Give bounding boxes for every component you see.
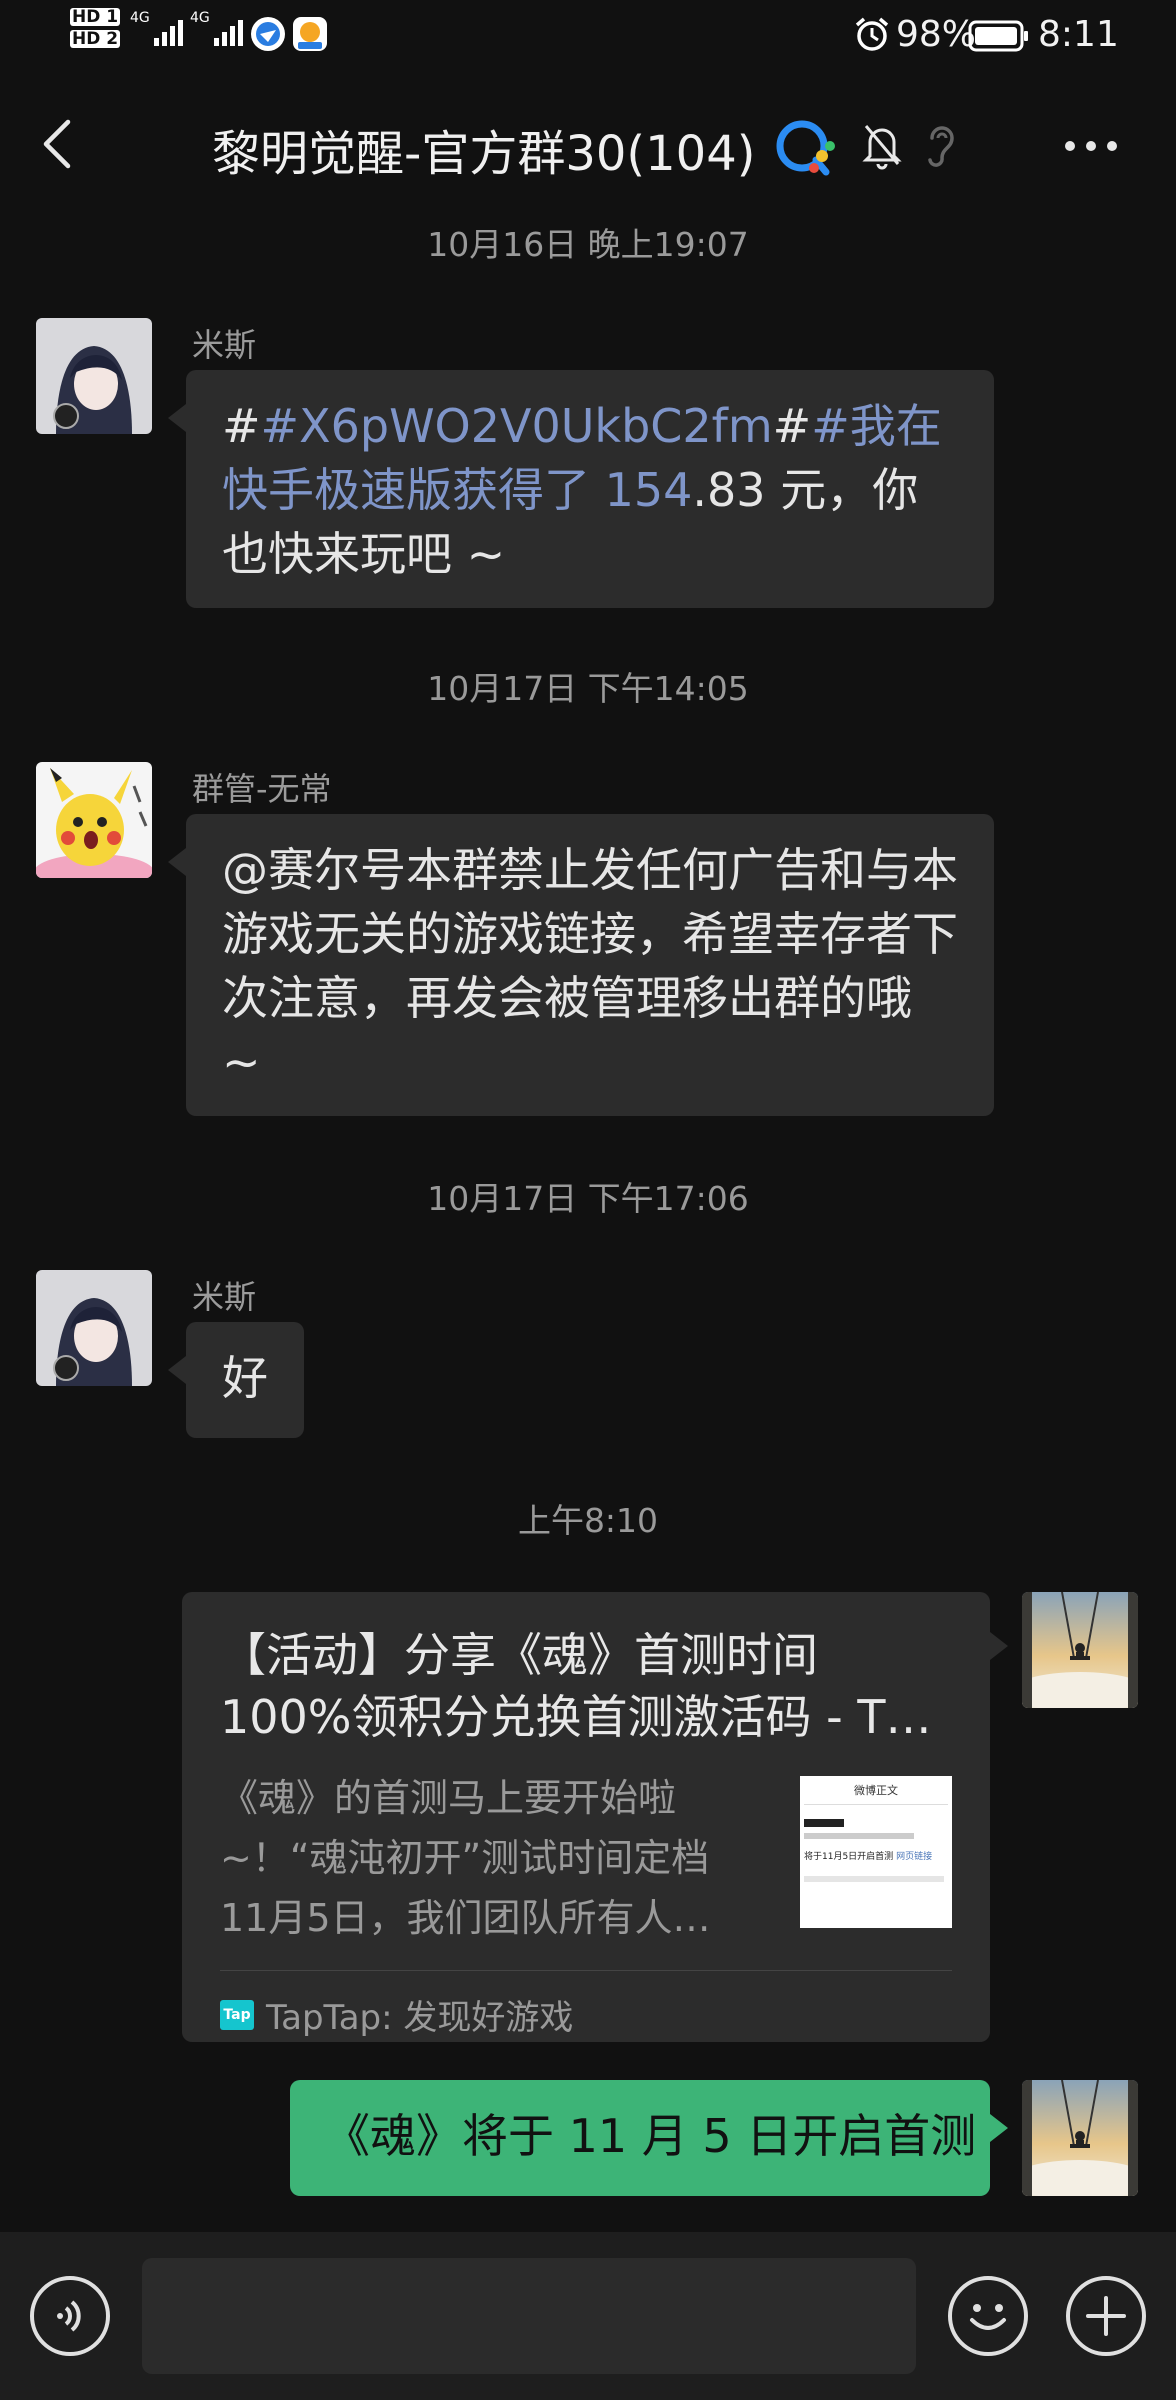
self-message-bubble[interactable]: 《魂》将于 11 月 5 日开启首测 (290, 2080, 1008, 2196)
avatar[interactable] (36, 1270, 152, 1386)
card-divider (220, 1970, 952, 1971)
chat-header: 黎明觉醒-官方群30(104) (0, 72, 1176, 222)
voice-input-button[interactable] (30, 2276, 110, 2356)
code-link[interactable]: #X6pWO2V0UkbC2fm (261, 399, 773, 453)
status-time: 8:11 (1038, 14, 1119, 55)
user-avatar-mis (36, 318, 152, 434)
hashtag-mark: # (772, 399, 812, 453)
message-bubble[interactable]: 好 (168, 1322, 304, 1438)
signal-1: 4G (130, 10, 192, 48)
card-title: 【活动】分享《魂》首测时间100%领积分兑换首测激活码 - T… (220, 1628, 932, 1744)
card-source: Tap TapTap: 发现好游戏 (220, 1990, 573, 2039)
message-text: 《魂》将于 11 月 5 日开启首测 (324, 2109, 977, 2163)
timestamp: 10月17日 下午14:05 (427, 669, 749, 708)
message-text: @赛尔号本群禁止发任何广告和与本游戏无关的游戏链接，希望幸存者下次注意，再发会被… (222, 843, 958, 1089)
thumbnail-link: 网页链接 (896, 1852, 933, 1862)
chat-title[interactable]: 黎明觉醒-官方群30(104) (212, 114, 755, 184)
avatar[interactable] (36, 318, 152, 434)
battery-percent: 98% (896, 14, 977, 55)
status-bar: HD 1 HD 2 4G 4G 98% 8:11 (0, 0, 1176, 72)
battery-icon (968, 20, 1028, 52)
message-text: 好 (222, 1351, 268, 1405)
message-bubble[interactable]: ##X6pWO2V0UkbC2fm##我在快手极速版获得了 154.83 元，你… (168, 370, 994, 608)
sender-name: 米斯 (192, 1278, 257, 1316)
more-options-icon[interactable] (1062, 138, 1120, 154)
card-thumbnail: 微博正文 将于11月5日开启首测 网页链接 (800, 1776, 952, 1928)
card-source-label: TapTap: 发现好游戏 (266, 1998, 574, 2038)
net1-label: 4G (130, 10, 150, 26)
card-description: 《魂》的首测马上要开始啦~！“魂沌初开”测试时间定档11月5日，我们团队所有人… (220, 1776, 711, 1940)
sim2-label: HD 2 (70, 29, 121, 49)
message-bubble[interactable]: @赛尔号本群禁止发任何广告和与本游戏无关的游戏链接，希望幸存者下次注意，再发会被… (168, 814, 994, 1116)
thumbnail-caption-text: 将于11月5日开启首测 (804, 1852, 894, 1862)
more-functions-button[interactable] (1066, 2276, 1146, 2356)
thumbnail-redacted-name (804, 1819, 844, 1827)
sender-name: 群管-无常 (192, 770, 332, 808)
user-avatar-mis (36, 1270, 152, 1386)
earpiece-mode-icon[interactable] (922, 120, 958, 170)
sender-name: 米斯 (192, 326, 257, 364)
back-arrow-icon[interactable] (38, 116, 78, 172)
avatar[interactable] (36, 762, 152, 878)
thumbnail-footer-line (804, 1876, 944, 1882)
link-share-card[interactable]: 【活动】分享《魂》首测时间100%领积分兑换首测激活码 - T… 《魂》的首测马… (182, 1592, 1008, 2042)
taptap-logo-icon: Tap (220, 1999, 254, 2030)
mute-bell-icon[interactable] (862, 120, 902, 170)
signal-bars-icon (213, 20, 243, 46)
plus-icon (1086, 2296, 1126, 2336)
thumbnail-meta-line (804, 1833, 914, 1839)
swing-sunset-avatar (1022, 2080, 1138, 2196)
thumbnail-header: 微博正文 (854, 1784, 898, 1797)
sim1-label: HD 1 (70, 7, 121, 27)
thumbnail-divider (804, 1804, 948, 1805)
alarm-icon (855, 17, 889, 51)
timestamp: 10月17日 下午17:06 (427, 1179, 749, 1218)
self-avatar[interactable] (1022, 1592, 1138, 1708)
signal-bars-icon (153, 20, 183, 46)
net2-label: 4G (190, 10, 210, 26)
self-avatar[interactable] (1022, 2080, 1138, 2196)
message-input[interactable] (142, 2258, 916, 2374)
input-bar (0, 2232, 1176, 2400)
thumbnail-caption: 将于11月5日开启首测 网页链接 (804, 1849, 952, 1862)
emoji-icon (970, 2304, 1006, 2330)
timestamp: 10月16日 晚上19:07 (427, 225, 749, 264)
pikachu-avatar (36, 762, 152, 878)
voice-icon (57, 2300, 81, 2332)
hashtag-mark: # (222, 399, 261, 453)
emoji-button[interactable] (948, 2276, 1028, 2356)
signal-2: 4G (190, 10, 252, 48)
swing-sunset-avatar (1022, 1592, 1138, 1708)
sim-indicators: HD 1 HD 2 (70, 7, 121, 49)
game-app-icon (293, 17, 327, 51)
timestamp: 上午8:10 (517, 1501, 659, 1540)
qq-group-badge-icon[interactable] (772, 116, 840, 178)
browser-app-icon (251, 17, 285, 51)
